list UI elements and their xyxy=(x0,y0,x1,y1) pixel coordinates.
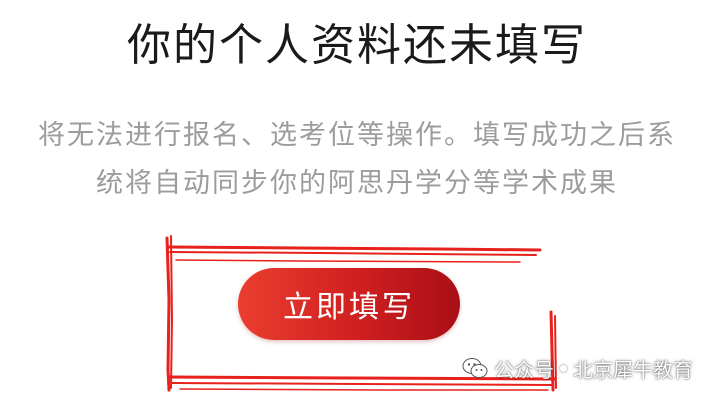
wechat-watermark: 公众号 北京犀牛教育 xyxy=(462,350,693,386)
watermark-prefix: 公众号 xyxy=(494,357,554,382)
message-line-2: 统将自动同步你的阿思丹学分等学术成果 xyxy=(96,168,618,199)
message-line-1: 将无法进行报名、选考位等操作。填写成功之后系 xyxy=(38,120,676,151)
page-title: 你的个人资料还未填写 xyxy=(127,20,587,71)
wechat-icon xyxy=(462,358,488,378)
fill-now-button[interactable]: 立即填写 xyxy=(238,268,460,340)
separator-dot xyxy=(560,364,567,372)
watermark-account: 北京犀牛教育 xyxy=(573,357,693,382)
profile-incomplete-message: 将无法进行报名、选考位等操作。填写成功之后系 统将自动同步你的阿思丹学分等学术成… xyxy=(0,112,714,208)
